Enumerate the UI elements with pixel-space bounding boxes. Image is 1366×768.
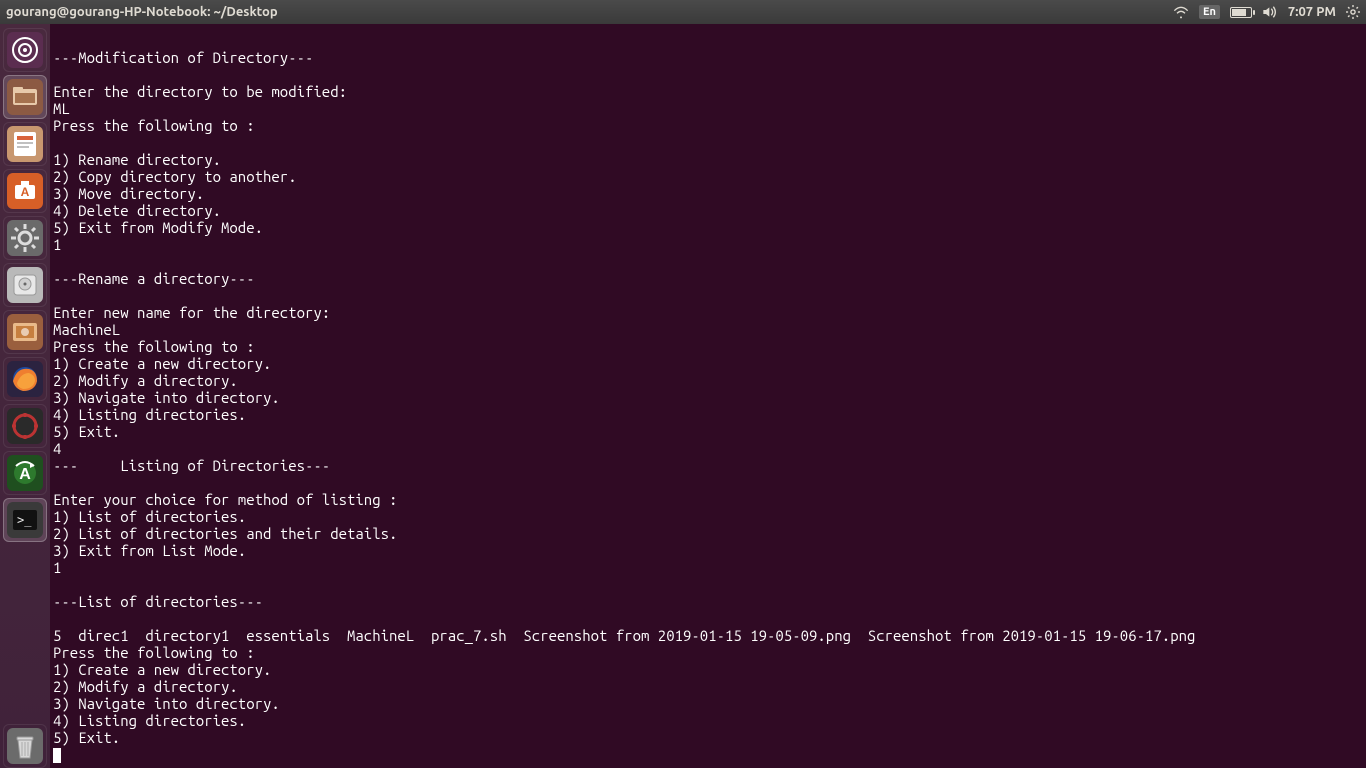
system-tray: En 7:07 PM [1173,5,1360,19]
terminal-line: 1) Create a new directory. [53,355,1363,372]
terminal-line: 5) Exit. [53,423,1363,440]
terminal-line: 1) List of directories. [53,508,1363,525]
terminal-line: 5 direc1 directory1 essentials MachineL … [53,627,1363,644]
launcher-trash-icon[interactable] [3,724,47,768]
launcher-libreoffice-impress-icon[interactable] [3,122,47,166]
launcher-updates-icon[interactable] [3,404,47,448]
terminal-line: 4) Listing directories. [53,712,1363,729]
window-title: gourang@gourang-HP-Notebook: ~/Desktop [6,5,278,19]
launcher-screenshot-icon[interactable] [3,310,47,354]
terminal-line: 4 [53,440,1363,457]
terminal-line: 3) Move directory. [53,185,1363,202]
terminal-line [53,253,1363,270]
launcher-settings-icon[interactable] [3,216,47,260]
terminal-line: ---List of directories--- [53,593,1363,610]
terminal-line [53,134,1363,151]
terminal-line: 1 [53,236,1363,253]
terminal-line: Enter the directory to be modified: [53,83,1363,100]
launcher-disks-icon[interactable] [3,263,47,307]
terminal-line [53,576,1363,593]
terminal-line: 2) List of directories and their details… [53,525,1363,542]
terminal-line: Press the following to : [53,644,1363,661]
svg-text:A: A [19,466,31,483]
terminal-line: 5) Exit. [53,729,1363,746]
terminal-line: 1 [53,559,1363,576]
terminal-line: 2) Modify a directory. [53,678,1363,695]
terminal-line: 5) Exit from Modify Mode. [53,219,1363,236]
launcher-files-icon[interactable] [3,75,47,119]
terminal-line: 2) Copy directory to another. [53,168,1363,185]
terminal-line: --- Listing of Directories--- [53,457,1363,474]
terminal-line: 2) Modify a directory. [53,372,1363,389]
terminal-line: ---Rename a directory--- [53,270,1363,287]
launcher-firefox-icon[interactable] [3,357,47,401]
gear-icon[interactable] [1346,5,1360,19]
top-panel: gourang@gourang-HP-Notebook: ~/Desktop E… [0,0,1366,24]
terminal[interactable]: ---Modification of Directory--- Enter th… [50,24,1366,768]
terminal-line [53,287,1363,304]
keyboard-lang-indicator[interactable]: En [1199,5,1220,19]
terminal-line: 1) Rename directory. [53,151,1363,168]
terminal-cursor-line [53,746,1363,763]
battery-icon[interactable] [1230,7,1252,18]
launcher: A [0,24,50,768]
clock[interactable]: 7:07 PM [1288,5,1336,19]
terminal-line: MachineL [53,321,1363,338]
sound-icon[interactable] [1262,5,1278,19]
terminal-line: Press the following to : [53,117,1363,134]
terminal-line: 1) Create a new directory. [53,661,1363,678]
terminal-line: 4) Listing directories. [53,406,1363,423]
terminal-line: Enter new name for the directory: [53,304,1363,321]
terminal-line: Press the following to : [53,338,1363,355]
terminal-line [53,474,1363,491]
wifi-icon[interactable] [1173,5,1189,19]
terminal-line [53,32,1363,49]
terminal-line: 4) Delete directory. [53,202,1363,219]
terminal-line: ---Modification of Directory--- [53,49,1363,66]
terminal-line [53,66,1363,83]
terminal-line: 3) Navigate into directory. [53,389,1363,406]
launcher-dash-icon[interactable] [3,28,47,72]
terminal-line: Enter your choice for method of listing … [53,491,1363,508]
terminal-cursor [53,748,61,763]
launcher-terminal-icon[interactable]: >_ [3,498,47,542]
terminal-line: ML [53,100,1363,117]
terminal-line: 3) Exit from List Mode. [53,542,1363,559]
svg-text:A: A [21,185,30,199]
terminal-line: 3) Navigate into directory. [53,695,1363,712]
svg-text:>_: >_ [17,513,32,527]
terminal-line [53,610,1363,627]
launcher-ubuntu-software-icon[interactable]: A [3,169,47,213]
launcher-software-updater-icon[interactable]: A [3,451,47,495]
